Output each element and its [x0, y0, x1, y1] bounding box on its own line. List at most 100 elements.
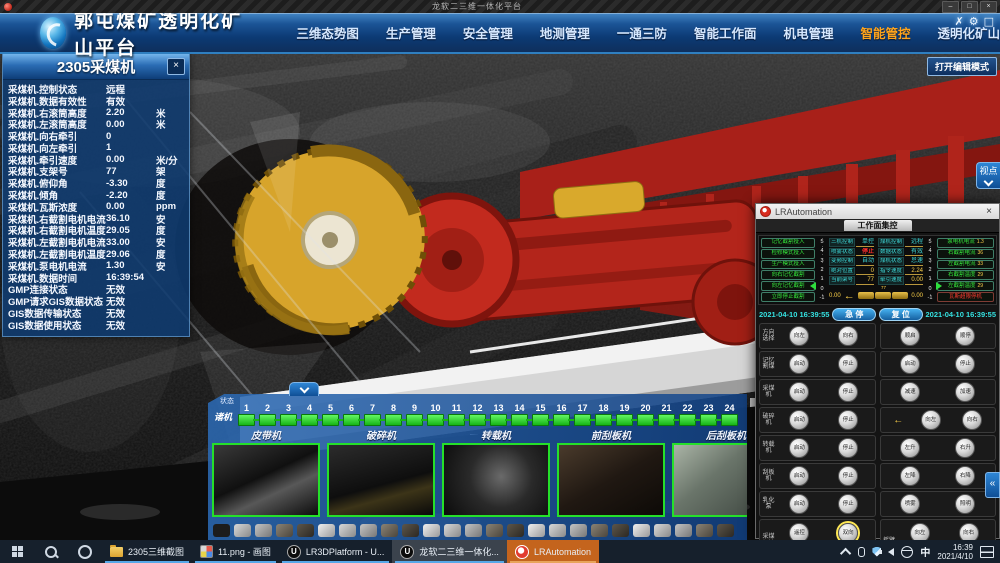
mine-3d-scene[interactable]: 视点 2305采煤机 × 采煤机.控制状态远程采煤机.数据有效性有效采煤机.右滚…	[0, 52, 1000, 540]
channel-cell[interactable]: 8	[383, 404, 404, 426]
lra-mode-button[interactable]: 生产模式投入	[761, 260, 815, 270]
camera-thumb[interactable]	[612, 524, 629, 537]
camera-feed[interactable]	[442, 443, 550, 517]
round-button[interactable]: 启动	[789, 382, 809, 402]
round-button[interactable]: 向左	[921, 410, 941, 430]
nav-item[interactable]: 三维态势图	[296, 23, 359, 42]
nav-item[interactable]: 地测管理	[540, 23, 590, 42]
window-restore-icon[interactable]: □	[984, 15, 994, 28]
lra-mode-button[interactable]: 检修模式投入	[761, 249, 815, 259]
camera-thumb[interactable]	[717, 524, 734, 537]
nav-item[interactable]: 安全管理	[463, 23, 513, 42]
camera-thumb[interactable]	[255, 524, 272, 537]
nav-item[interactable]: 智能工作面	[694, 23, 757, 42]
tools-icon[interactable]: ✗	[955, 15, 964, 28]
channel-cell[interactable]: 5	[320, 404, 341, 426]
round-button[interactable]: 顺启	[900, 326, 920, 346]
round-button[interactable]: 启动	[789, 494, 809, 514]
lra-mode-button[interactable]: 记忆截割投入	[761, 238, 815, 248]
camera-thumb[interactable]	[696, 524, 713, 537]
round-button[interactable]: 加速	[955, 382, 975, 402]
camera-thumb[interactable]	[213, 524, 230, 537]
lra-titlebar[interactable]: LRAutomation ×	[756, 204, 999, 219]
camera-feed[interactable]	[672, 443, 747, 517]
round-button[interactable]: 停止	[838, 494, 858, 514]
channel-cell[interactable]: 23	[698, 404, 719, 426]
channel-cell[interactable]: 21	[656, 404, 677, 426]
camera-thumb[interactable]	[276, 524, 293, 537]
camera-thumb[interactable]	[339, 524, 356, 537]
camera-feed[interactable]	[327, 443, 435, 517]
channel-cell[interactable]: 3	[278, 404, 299, 426]
taskbar-app[interactable]: LRAutomation	[507, 540, 599, 563]
tray-expand-icon[interactable]	[840, 547, 851, 558]
lra-mode-button[interactable]: 立即停止截割	[761, 292, 815, 302]
camera-thumb[interactable]	[507, 524, 524, 537]
nav-item[interactable]: 生产管理	[386, 23, 436, 42]
camera-thumb[interactable]	[360, 524, 377, 537]
gas-trip-button[interactable]: 瓦斯超限停机	[937, 292, 994, 302]
reset-button[interactable]: 复 位	[879, 308, 923, 321]
round-button[interactable]: 左降	[900, 466, 920, 486]
channel-cell[interactable]: 10	[425, 404, 446, 426]
camera-thumb[interactable]	[549, 524, 566, 537]
channel-cell[interactable]: 13	[488, 404, 509, 426]
channel-cell[interactable]: 6	[341, 404, 362, 426]
search-button[interactable]	[34, 540, 68, 563]
speaker-icon[interactable]	[888, 548, 894, 556]
lra-telemetry-button[interactable]: 左截割电流33	[937, 260, 994, 270]
camera-thumb[interactable]	[402, 524, 419, 537]
channel-cell[interactable]: 9	[404, 404, 425, 426]
camera-thumb[interactable]	[633, 524, 650, 537]
channel-cell[interactable]: 2	[257, 404, 278, 426]
round-button[interactable]: 右降	[955, 466, 975, 486]
channel-cell[interactable]: 19	[614, 404, 635, 426]
round-button[interactable]: 左升	[900, 438, 920, 458]
tab-workface-control[interactable]: 工作面集控	[844, 220, 912, 231]
camera-thumb[interactable]	[381, 524, 398, 537]
camera-thumb[interactable]	[591, 524, 608, 537]
round-button[interactable]: 喷雾	[900, 494, 920, 514]
camera-thumb[interactable]	[423, 524, 440, 537]
channel-cell[interactable]: 4	[299, 404, 320, 426]
camera-thumb[interactable]	[654, 524, 671, 537]
round-button[interactable]: 停止	[838, 410, 858, 430]
camera-panel-expand-tab[interactable]	[289, 382, 319, 396]
round-button[interactable]: 右升	[955, 438, 975, 458]
close-icon[interactable]: ×	[983, 206, 995, 217]
channel-cell[interactable]: 16	[551, 404, 572, 426]
network-icon[interactable]	[901, 546, 913, 558]
taskbar-app[interactable]: ULR3DPlatform - U...	[279, 540, 393, 563]
channel-cell[interactable]: 7	[362, 404, 383, 426]
round-button[interactable]: 启动	[789, 466, 809, 486]
round-button[interactable]: 向右	[838, 326, 858, 346]
round-button[interactable]: 照明	[955, 494, 975, 514]
channel-cell[interactable]: 12	[467, 404, 488, 426]
channel-cell[interactable]: 22	[677, 404, 698, 426]
channel-cell[interactable]: 15	[530, 404, 551, 426]
round-button[interactable]: 停止	[838, 466, 858, 486]
round-button[interactable]: 双向	[838, 523, 858, 540]
channel-cell[interactable]: 18	[593, 404, 614, 426]
viewpoint-tab[interactable]: 视点	[976, 162, 1000, 189]
camera-thumb[interactable]	[444, 524, 461, 537]
channel-cell[interactable]: 20	[635, 404, 656, 426]
round-button[interactable]: 向右	[959, 523, 979, 540]
camera-thumb[interactable]	[486, 524, 503, 537]
lra-mode-button[interactable]: 向左记忆截割	[761, 281, 815, 291]
close-button[interactable]: ×	[980, 1, 997, 13]
nav-item[interactable]: 机电管理	[783, 23, 833, 42]
round-button[interactable]: 向左	[789, 326, 809, 346]
camera-thumb[interactable]	[234, 524, 251, 537]
settings-gear-icon[interactable]: ⚙	[969, 15, 979, 28]
taskbar-app[interactable]: 2305三维截图	[102, 540, 192, 563]
round-button[interactable]: 顺停	[955, 326, 975, 346]
open-edit-mode-button[interactable]: 打开编辑模式	[927, 57, 997, 76]
round-button[interactable]: 遥控	[789, 523, 809, 540]
taskbar-app[interactable]: 11.png - 画图	[192, 540, 279, 563]
round-button[interactable]: 停止	[838, 438, 858, 458]
action-center-icon[interactable]	[980, 546, 994, 558]
channel-cell[interactable]: 24	[719, 404, 740, 426]
maximize-button[interactable]: □	[961, 1, 978, 13]
nav-item[interactable]: 智能管控	[860, 23, 910, 42]
